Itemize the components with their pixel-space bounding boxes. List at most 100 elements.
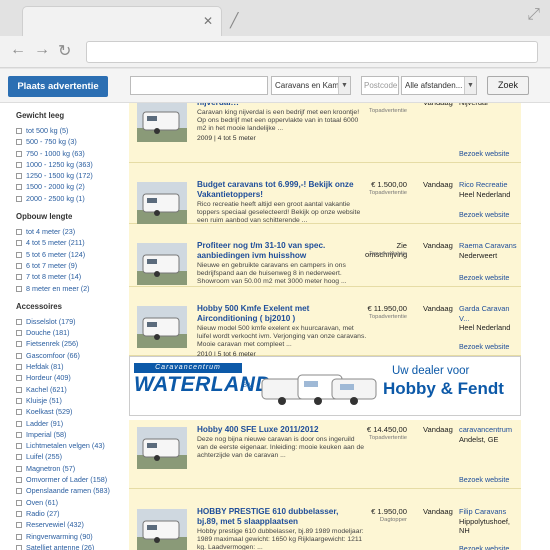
listing-row[interactable]: nijverdal!!!Caravan king nijverdal is ee… bbox=[129, 103, 521, 163]
category-select[interactable]: Caravans en Kamp ▼ bbox=[271, 76, 351, 95]
filter-option[interactable]: 7 tot 8 meter (14) bbox=[16, 271, 128, 282]
seller-name[interactable]: caravancentrum bbox=[459, 425, 521, 435]
seller-name[interactable]: Garda Caravan V... bbox=[459, 304, 521, 323]
checkbox[interactable] bbox=[16, 161, 22, 168]
filter-option[interactable]: tot 500 kg (5) bbox=[16, 125, 128, 136]
filter-option[interactable]: Koelkast (529) bbox=[16, 406, 128, 417]
checkbox[interactable] bbox=[16, 510, 22, 517]
checkbox[interactable] bbox=[16, 420, 22, 427]
new-tab-icon[interactable]: ╱ bbox=[230, 12, 238, 29]
checkbox[interactable] bbox=[16, 139, 22, 146]
filter-option[interactable]: Satelliet antenne (26) bbox=[16, 542, 128, 550]
checkbox[interactable] bbox=[16, 318, 22, 325]
filter-option[interactable]: Douche (181) bbox=[16, 327, 128, 338]
listing-thumbnail[interactable] bbox=[137, 427, 187, 469]
filter-option[interactable]: 6 tot 7 meter (9) bbox=[16, 260, 128, 271]
listing-thumbnail[interactable] bbox=[137, 182, 187, 224]
filter-option[interactable]: Gascomfoor (66) bbox=[16, 350, 128, 361]
filter-option[interactable]: Hordeur (409) bbox=[16, 372, 128, 383]
seller-name[interactable]: Rico Recreatie bbox=[459, 180, 521, 190]
visit-website-link[interactable]: Bezoek website bbox=[459, 475, 509, 484]
checkbox[interactable] bbox=[16, 330, 22, 337]
filter-option[interactable]: Reservewiel (432) bbox=[16, 519, 128, 530]
checkbox[interactable] bbox=[16, 173, 22, 180]
checkbox[interactable] bbox=[16, 262, 22, 269]
address-bar[interactable] bbox=[86, 41, 538, 63]
filter-option[interactable]: 8 meter en meer (2) bbox=[16, 283, 128, 294]
checkbox[interactable] bbox=[16, 229, 22, 236]
forward-icon[interactable]: → bbox=[34, 41, 50, 59]
filter-option[interactable]: 500 - 750 kg (3) bbox=[16, 136, 128, 147]
checkbox[interactable] bbox=[16, 352, 22, 359]
seller-name[interactable]: Filip Caravans bbox=[459, 507, 521, 517]
visit-website-link[interactable]: Bezoek website bbox=[459, 342, 509, 351]
filter-option[interactable]: Imperial (58) bbox=[16, 429, 128, 440]
post-ad-button[interactable]: Plaats advertentie bbox=[8, 76, 108, 97]
reload-icon[interactable]: ↻ bbox=[58, 41, 71, 61]
filter-option[interactable]: 1500 - 2000 kg (2) bbox=[16, 181, 128, 192]
dealer-banner[interactable]: Caravancentrum WATERLAND B.V. Uw dealer voo… bbox=[129, 356, 521, 416]
postcode-input[interactable]: Postcode bbox=[361, 76, 399, 95]
checkbox[interactable] bbox=[16, 465, 22, 472]
search-input[interactable] bbox=[130, 76, 268, 95]
filter-option[interactable]: Radio (27) bbox=[16, 508, 128, 519]
listing-title[interactable]: Profiteer nog t/m 31-10 van spec. aanbie… bbox=[197, 241, 357, 261]
filter-option[interactable]: 1250 - 1500 kg (172) bbox=[16, 170, 128, 181]
filter-option[interactable]: 1000 - 1250 kg (363) bbox=[16, 159, 128, 170]
checkbox[interactable] bbox=[16, 251, 22, 258]
checkbox[interactable] bbox=[16, 375, 22, 382]
browser-tab[interactable]: ✕ bbox=[22, 6, 222, 36]
checkbox[interactable] bbox=[16, 499, 22, 506]
filter-option[interactable]: Ringverwarming (90) bbox=[16, 531, 128, 542]
filter-option[interactable]: Fietsenrek (256) bbox=[16, 338, 128, 349]
close-icon[interactable]: ✕ bbox=[203, 14, 213, 28]
visit-website-link[interactable]: Bezoek website bbox=[459, 544, 509, 550]
listing-row[interactable]: Budget caravans tot 6.999,-! Bekijk onze… bbox=[129, 163, 521, 234]
filter-option[interactable]: Oven (61) bbox=[16, 497, 128, 508]
filter-option[interactable]: Openslaande ramen (583) bbox=[16, 485, 128, 496]
checkbox[interactable] bbox=[16, 544, 22, 550]
filter-option[interactable]: Kluisje (51) bbox=[16, 395, 128, 406]
checkbox[interactable] bbox=[16, 454, 22, 461]
visit-website-link[interactable]: Bezoek website bbox=[459, 210, 509, 219]
filter-option[interactable]: 750 - 1000 kg (63) bbox=[16, 148, 128, 159]
checkbox[interactable] bbox=[16, 443, 22, 450]
search-button[interactable]: Zoek bbox=[487, 76, 529, 95]
checkbox[interactable] bbox=[16, 274, 22, 281]
listing-thumbnail[interactable] bbox=[137, 306, 187, 348]
checkbox[interactable] bbox=[16, 184, 22, 191]
checkbox[interactable] bbox=[16, 522, 22, 529]
checkbox[interactable] bbox=[16, 488, 22, 495]
listing-row[interactable]: Hobby 500 Kmfe Exelent met Airconditioni… bbox=[129, 287, 521, 358]
checkbox[interactable] bbox=[16, 431, 22, 438]
checkbox[interactable] bbox=[16, 150, 22, 157]
checkbox[interactable] bbox=[16, 397, 22, 404]
listing-title[interactable]: Hobby 500 Kmfe Exelent met Airconditioni… bbox=[197, 304, 357, 324]
checkbox[interactable] bbox=[16, 195, 22, 202]
expand-icon[interactable]: ⤢ bbox=[527, 6, 540, 24]
seller-name[interactable]: Raema Caravans bbox=[459, 241, 521, 251]
checkbox[interactable] bbox=[16, 341, 22, 348]
visit-website-link[interactable]: Bezoek website bbox=[459, 273, 509, 282]
listing-thumbnail[interactable] bbox=[137, 509, 187, 550]
distance-select[interactable]: Alle afstanden... ▼ bbox=[401, 76, 477, 95]
checkbox[interactable] bbox=[16, 240, 22, 247]
listing-row[interactable]: Hobby 400 SFE Luxe 2011/2012 Deze nog bij… bbox=[129, 420, 521, 489]
filter-option[interactable]: Omvormer of Lader (158) bbox=[16, 474, 128, 485]
checkbox[interactable] bbox=[16, 477, 22, 484]
listing-title[interactable]: HOBBY PRESTIGE 610 dubbelasser, bj.89, m… bbox=[197, 507, 357, 527]
filter-option[interactable]: Ladder (91) bbox=[16, 418, 128, 429]
visit-website-link[interactable]: Bezoek website bbox=[459, 149, 509, 158]
listing-title[interactable]: nijverdal!!! bbox=[197, 103, 357, 108]
filter-option[interactable]: Magnetron (57) bbox=[16, 463, 128, 474]
checkbox[interactable] bbox=[16, 285, 22, 292]
checkbox[interactable] bbox=[16, 128, 22, 134]
checkbox[interactable] bbox=[16, 409, 22, 416]
filter-option[interactable]: Lichtmetalen velgen (43) bbox=[16, 440, 128, 451]
checkbox[interactable] bbox=[16, 364, 22, 371]
listing-title[interactable]: Hobby 400 SFE Luxe 2011/2012 bbox=[197, 425, 357, 435]
filter-option[interactable]: Kachel (621) bbox=[16, 384, 128, 395]
filter-option[interactable]: tot 4 meter (23) bbox=[16, 226, 128, 237]
filter-option[interactable]: 4 tot 5 meter (211) bbox=[16, 237, 128, 248]
listing-title[interactable]: Budget caravans tot 6.999,-! Bekijk onze… bbox=[197, 180, 357, 200]
